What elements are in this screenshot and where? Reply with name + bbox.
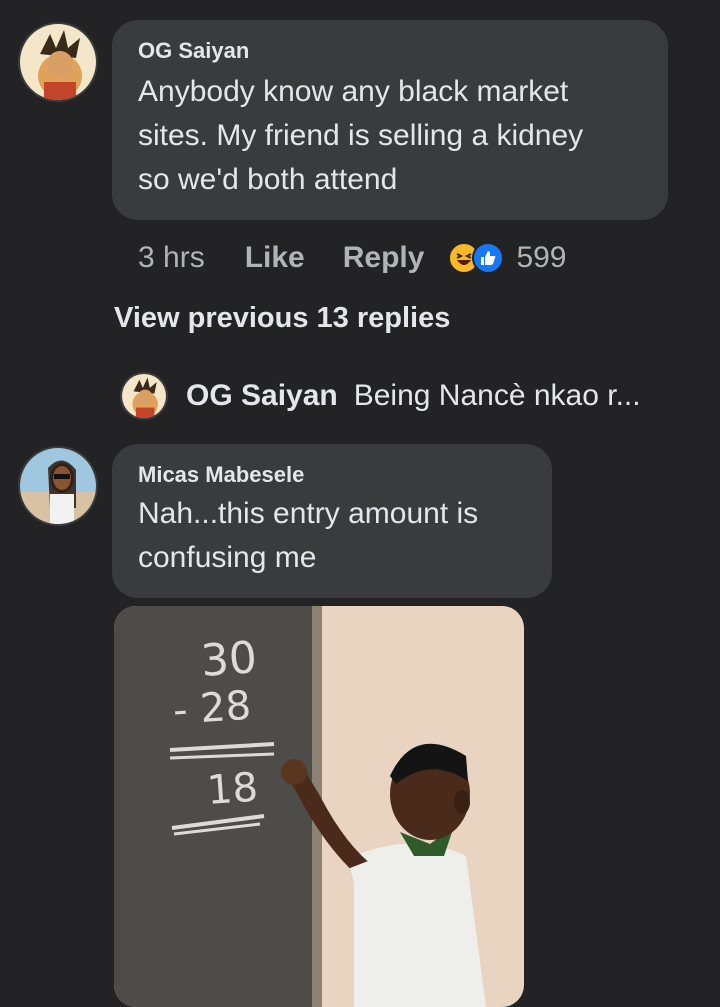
comment-text-line: so we'd both attend <box>138 163 398 196</box>
chalk-number: 18 <box>205 765 259 814</box>
comment-author[interactable]: OG Saiyan <box>138 38 644 64</box>
view-previous-replies-link[interactable]: View previous 13 replies <box>114 302 450 335</box>
reply-author[interactable]: OG Saiyan <box>186 379 338 413</box>
like-button[interactable]: Like <box>245 241 305 275</box>
reaction-count[interactable]: 599 <box>516 241 566 275</box>
chalk-number: - 28 <box>171 683 252 734</box>
comment-actions: 3 hrs Like Reply 599 <box>138 232 567 284</box>
comment-text-line: Anybody know any black market <box>138 75 569 108</box>
avatar-og-saiyan-image <box>20 24 96 100</box>
comment-timestamp[interactable]: 3 hrs <box>138 241 205 275</box>
meme-chalkboard-image: 30 - 28 18 <box>114 606 524 1007</box>
reply-button[interactable]: Reply <box>343 241 425 275</box>
avatar-micas-image <box>20 448 96 524</box>
avatar-og-saiyan[interactable] <box>18 22 98 102</box>
reactions-summary[interactable] <box>448 242 505 274</box>
comment-text-line: sites. My friend is selling a kidney <box>138 119 584 152</box>
comment-text-line: Nah...this entry amount is <box>138 497 479 530</box>
comment-image-meme[interactable]: 30 - 28 18 <box>114 606 524 1007</box>
comment-text-line: confusing me <box>138 541 317 574</box>
comment-bubble-1: OG Saiyan Anybody know any black market … <box>112 20 668 220</box>
avatar-micas-mabesele[interactable] <box>18 446 98 526</box>
comment-author[interactable]: Micas Mabesele <box>138 462 528 488</box>
chalk-number: 30 <box>199 632 258 687</box>
avatar-og-saiyan-small <box>120 372 168 420</box>
reply-preview[interactable]: OG Saiyan Being Nancè nkao r... <box>120 372 641 420</box>
comment-bubble-2: Micas Mabesele Nah...this entry amount i… <box>112 444 552 598</box>
thumbs-up-icon <box>472 242 505 274</box>
reply-snippet: Being Nancè nkao r... <box>353 379 641 412</box>
